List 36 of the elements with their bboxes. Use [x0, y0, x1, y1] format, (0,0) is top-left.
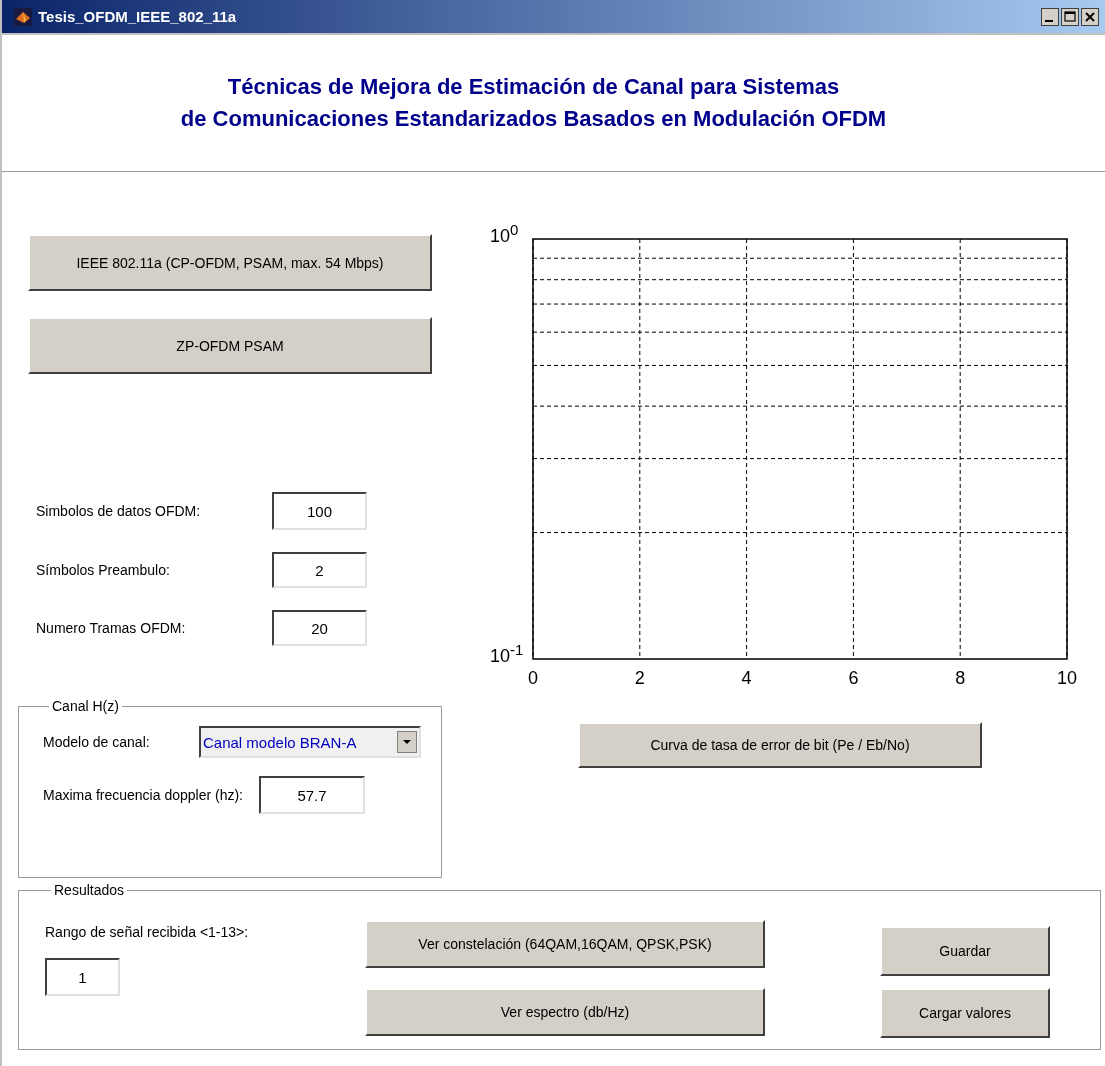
close-icon[interactable]: [1081, 7, 1099, 26]
action-button[interactable]: Cargar valores: [880, 988, 1050, 1038]
field-label: Maxima frecuencia doppler (hz):: [43, 787, 243, 803]
mode-button[interactable]: IEEE 802.11a (CP-OFDM, PSAM, max. 54 Mbps): [28, 234, 432, 291]
action-button[interactable]: Guardar: [880, 926, 1050, 976]
axis-tick-label: 2: [634, 668, 645, 688]
field-label: Modelo de canal:: [43, 734, 151, 750]
axis-tick-label: 10$^{-1}$: [490, 641, 524, 667]
axis-tick-label: 8: [955, 668, 966, 688]
panel-title: Resultados: [53, 882, 126, 898]
input-field[interactable]: 57.7: [259, 776, 365, 814]
axis-tick-label: 4: [741, 668, 752, 688]
axis-tick-label: 10: [1057, 668, 1077, 688]
header-title: Técnicas de Mejora de Estimación de Canal para Sistemas: [227, 74, 840, 100]
minimize-icon[interactable]: [1041, 7, 1059, 26]
panel-title: Canal H(z): [51, 698, 120, 714]
view-button[interactable]: Ver espectro (db/Hz): [365, 988, 765, 1036]
axis-tick-label: 0: [528, 668, 538, 688]
input-field[interactable]: 20: [272, 610, 367, 646]
app-logo-icon: [14, 7, 32, 26]
channel-dropdown[interactable]: Canal modelo BRAN-A: [199, 726, 421, 758]
axis-tick-label: 10$^{0}$: [490, 221, 519, 247]
field-label: Numero Tramas OFDM:: [35, 620, 187, 636]
input-field[interactable]: 100: [272, 492, 367, 530]
header-title: de Comunicaciones Estandarizados Basados en Modulación OFDM: [180, 106, 887, 132]
window-title: Tesis_OFDM_IEEE_802_11a: [38, 8, 237, 25]
ber-curve-button[interactable]: Curva de tasa de error de bit (Pe / Eb/No): [578, 722, 982, 768]
view-button[interactable]: Ver constelación (64QAM,16QAM, QPSK,PSK): [365, 920, 765, 968]
field-label: Rango de señal recibida <1-13>:: [45, 924, 250, 940]
axis-tick-label: 6: [848, 668, 859, 688]
field-label: Simbolos de datos OFDM:: [35, 503, 202, 519]
input-field[interactable]: 1: [45, 958, 120, 996]
field-label: Símbolos Preambulo:: [35, 562, 171, 578]
input-field[interactable]: 2: [272, 552, 367, 588]
mode-button[interactable]: ZP-OFDM PSAM: [28, 317, 432, 374]
maximize-icon[interactable]: [1061, 7, 1079, 26]
